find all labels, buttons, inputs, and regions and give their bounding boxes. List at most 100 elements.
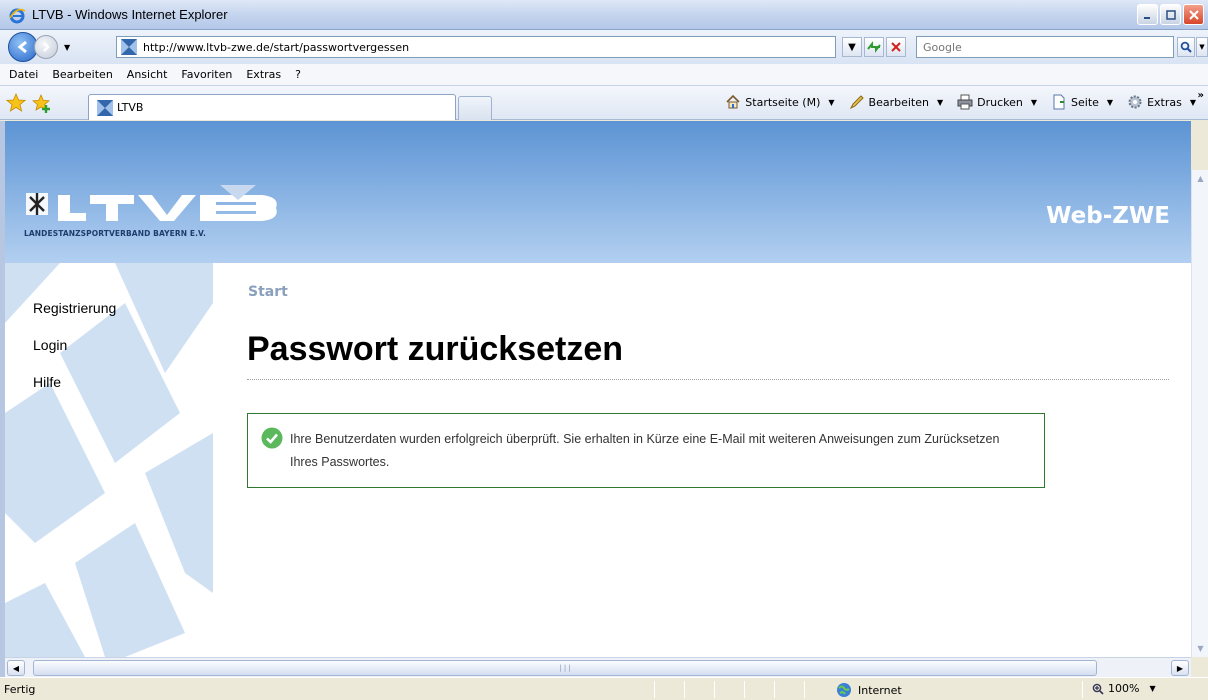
chevron-down-icon: ▼ <box>1149 684 1156 693</box>
chevron-down-icon: ▼ <box>1030 97 1038 107</box>
vertical-scrollbar[interactable]: ▲ ▼ <box>1191 170 1208 657</box>
home-button[interactable]: Startseite (M) ▼ <box>725 94 835 110</box>
chevron-down-icon: ▼ <box>848 41 856 53</box>
globe-icon <box>837 683 851 697</box>
print-button[interactable]: Drucken ▼ <box>957 94 1037 110</box>
page-label: Seite <box>1071 95 1099 109</box>
url-input[interactable] <box>143 40 803 54</box>
sidebar-item-hilfe[interactable]: Hilfe <box>33 374 116 390</box>
home-label: Startseite (M) <box>745 95 821 109</box>
printer-icon <box>957 94 973 110</box>
security-zone[interactable]: Internet <box>836 682 902 698</box>
status-divider <box>744 681 745 698</box>
print-label: Drucken <box>977 95 1023 109</box>
page-icon <box>1053 94 1065 110</box>
forward-button[interactable] <box>34 35 58 59</box>
success-message-text: Ihre Benutzerdaten wurden erfolgreich üb… <box>290 432 1000 469</box>
logo-tagline: LANDESTANZSPORTVERBAND BAYERN E.V. <box>24 229 206 238</box>
scroll-left-icon[interactable]: ◀ <box>7 660 25 676</box>
status-divider <box>714 681 715 698</box>
menu-file[interactable]: Datei <box>9 68 38 81</box>
edit-button[interactable]: Bearbeiten ▼ <box>849 94 944 110</box>
new-tab-button[interactable] <box>458 96 492 120</box>
tools-menu-button[interactable]: Extras ▼ <box>1127 94 1196 110</box>
chevron-down-icon: ▼ <box>1189 97 1196 107</box>
tab-bar: LTVB Startseite (M) ▼ Bearbeiten ▼ Druck… <box>0 86 1208 120</box>
zoom-icon <box>1092 683 1104 695</box>
stop-icon <box>891 42 901 52</box>
menu-help[interactable]: ? <box>295 68 301 81</box>
command-bar: Startseite (M) ▼ Bearbeiten ▼ Drucken ▼ … <box>725 94 1196 110</box>
scroll-right-icon[interactable]: ▶ <box>1171 660 1189 676</box>
grip-icon: | | | <box>559 664 571 672</box>
chevron-down-icon: ▼ <box>1106 97 1114 107</box>
status-divider <box>654 681 655 698</box>
status-bar: Fertig Internet 100% ▼ <box>0 677 1208 700</box>
window-controls <box>1137 4 1204 25</box>
page-title: Passwort zurücksetzen <box>247 330 624 368</box>
search-button[interactable] <box>1177 37 1195 57</box>
refresh-button[interactable] <box>864 37 884 57</box>
menu-tools[interactable]: Extras <box>246 68 281 81</box>
title-divider <box>247 379 1169 380</box>
product-name: Web-ZWE <box>1046 203 1170 229</box>
horizontal-scroll-thumb[interactable]: | | | <box>33 660 1097 676</box>
search-input[interactable] <box>917 37 1173 57</box>
toolbar-overflow-icon[interactable]: » <box>1198 90 1204 101</box>
window-title-bar[interactable]: LTVB - Windows Internet Explorer <box>0 0 1208 30</box>
zoom-label: 100% <box>1108 682 1140 695</box>
site-banner-top <box>5 121 1191 170</box>
menu-favorites[interactable]: Favoriten <box>181 68 232 81</box>
scrollbar-corner <box>1191 657 1208 677</box>
history-dropdown-icon[interactable]: ▼ <box>64 43 70 52</box>
maximize-icon <box>1165 9 1176 20</box>
page-menu-button[interactable]: Seite ▼ <box>1051 94 1113 110</box>
status-divider <box>804 681 805 698</box>
status-divider <box>1082 681 1083 698</box>
minimize-button[interactable] <box>1137 4 1158 25</box>
scroll-up-icon[interactable]: ▲ <box>1192 170 1208 187</box>
address-dropdown-button[interactable]: ▼ <box>842 37 862 57</box>
chevron-down-icon: ▼ <box>936 97 944 107</box>
minimize-icon <box>1143 16 1150 19</box>
tab-label: LTVB <box>117 101 144 114</box>
favorites-center-star-icon[interactable] <box>6 92 26 113</box>
edit-label: Bearbeiten <box>868 95 929 109</box>
menu-bar: Datei Bearbeiten Ansicht Favoriten Extra… <box>0 64 1208 86</box>
refresh-icon <box>867 41 881 53</box>
stop-button[interactable] <box>886 37 906 57</box>
close-button[interactable] <box>1183 4 1204 25</box>
close-icon <box>1188 9 1199 20</box>
search-box[interactable] <box>916 36 1174 58</box>
success-check-icon <box>261 427 283 449</box>
zoom-control[interactable]: 100% ▼ <box>1092 682 1156 695</box>
status-divider <box>684 681 685 698</box>
chevron-down-icon: ▼ <box>1199 43 1205 51</box>
scroll-down-icon[interactable]: ▼ <box>1192 640 1208 657</box>
status-divider <box>774 681 775 698</box>
horizontal-scrollbar[interactable]: ◀ | | | ▶ <box>5 657 1191 677</box>
tab-ltvb[interactable]: LTVB <box>88 94 456 120</box>
site-favicon-icon <box>121 39 137 55</box>
pencil-icon <box>849 95 864 110</box>
menu-view[interactable]: Ansicht <box>127 68 168 81</box>
internet-explorer-icon <box>9 8 26 23</box>
address-bar[interactable] <box>116 36 836 58</box>
sidebar-item-login[interactable]: Login <box>33 337 116 353</box>
search-options-button[interactable]: ▼ <box>1196 37 1208 57</box>
menu-edit[interactable]: Bearbeiten <box>52 68 112 81</box>
chevron-down-icon: ▼ <box>828 97 835 107</box>
window-title: LTVB - Windows Internet Explorer <box>32 7 228 22</box>
site-favicon-icon <box>97 99 113 116</box>
back-arrow-icon <box>17 40 27 54</box>
zone-label: Internet <box>858 683 902 697</box>
add-favorite-star-icon[interactable] <box>32 93 52 113</box>
maximize-button[interactable] <box>1160 4 1181 25</box>
breadcrumb[interactable]: Start <box>248 284 288 300</box>
ltvb-logo[interactable]: LANDESTANZSPORTVERBAND BAYERN E.V. <box>24 185 286 248</box>
home-icon <box>726 94 740 109</box>
status-text: Fertig <box>4 682 36 696</box>
sidebar-item-registrierung[interactable]: Registrierung <box>33 300 116 316</box>
success-message-box: Ihre Benutzerdaten wurden erfolgreich üb… <box>247 413 1045 488</box>
search-icon <box>1180 41 1192 53</box>
